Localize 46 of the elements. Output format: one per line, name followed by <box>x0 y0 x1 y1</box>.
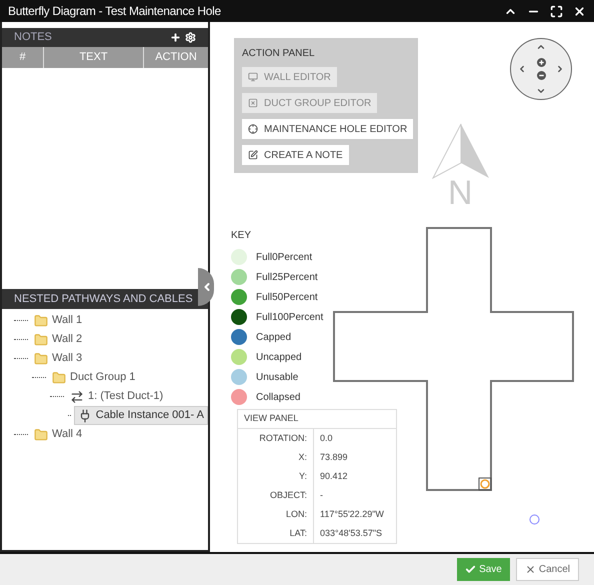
tree-label: Wall 4 <box>52 427 82 442</box>
field-label: LAT: <box>238 524 314 543</box>
tree-item[interactable]: Wall 1 <box>31 311 86 330</box>
tree-item[interactable]: Duct Group 1 <box>49 368 138 387</box>
key-title: KEY <box>231 229 252 243</box>
tree-label: Duct Group 1 <box>70 370 136 386</box>
field-value: 73.899 <box>319 450 349 464</box>
legend-label: Full100Percent <box>256 310 324 324</box>
legend-label: Full50Percent <box>256 290 318 304</box>
tree-item[interactable]: Wall 2 <box>31 330 86 349</box>
legend-label: Uncapped <box>256 350 302 364</box>
tree-item[interactable]: Wall 4 <box>31 425 86 444</box>
field-label: OBJECT: <box>238 486 314 505</box>
tree-item[interactable]: 1: (Test Duct-1) <box>67 387 166 406</box>
tree-label: Wall 2 <box>52 332 82 348</box>
tree-item[interactable]: Cable Instance 001- A <box>74 406 208 425</box>
field-label: X: <box>238 448 314 467</box>
column-header: ACTION <box>154 50 198 66</box>
field-label: LON: <box>238 505 314 524</box>
legend-label: Collapsed <box>256 390 300 404</box>
column-header: # <box>2 47 44 68</box>
field-label: Y: <box>238 467 314 486</box>
tree-item[interactable]: Wall 3 <box>31 349 86 368</box>
tree-label: Wall 1 <box>52 313 82 328</box>
panel-title: NESTED PATHWAYS AND CABLES <box>14 292 193 307</box>
editor-button[interactable]: CREATE A NOTE <box>242 145 349 165</box>
field-value: 90.412 <box>319 470 349 483</box>
panel-title: ACTION PANEL <box>242 47 316 61</box>
cancel-button[interactable]: Cancel <box>516 558 579 581</box>
field-value: - <box>319 488 324 502</box>
field-value: 033°48'53.57"S <box>319 526 384 540</box>
tree-label: Cable Instance 001- A <box>96 408 204 424</box>
window-title: Butterfly Diagram - Test Maintenance Hole <box>8 3 221 20</box>
field-value: 0.0 <box>319 432 334 445</box>
panel-title: NOTES <box>14 30 52 46</box>
panel-title: VIEW PANEL <box>244 412 298 426</box>
tree-label: 1: (Test Duct-1) <box>88 389 164 404</box>
legend-label: Capped <box>256 330 292 344</box>
column-header: TEXT <box>44 47 144 68</box>
editor-button[interactable]: MAINTENANCE HOLE EDITOR <box>242 119 414 139</box>
legend-label: Full25Percent <box>256 270 318 284</box>
legend-label: Full0Percent <box>256 250 312 264</box>
field-value: 117°55'22.29"W <box>319 508 385 521</box>
tree-label: Wall 3 <box>52 351 82 366</box>
field-label: ROTATION: <box>238 429 314 448</box>
legend-label: Unusable <box>256 370 298 384</box>
